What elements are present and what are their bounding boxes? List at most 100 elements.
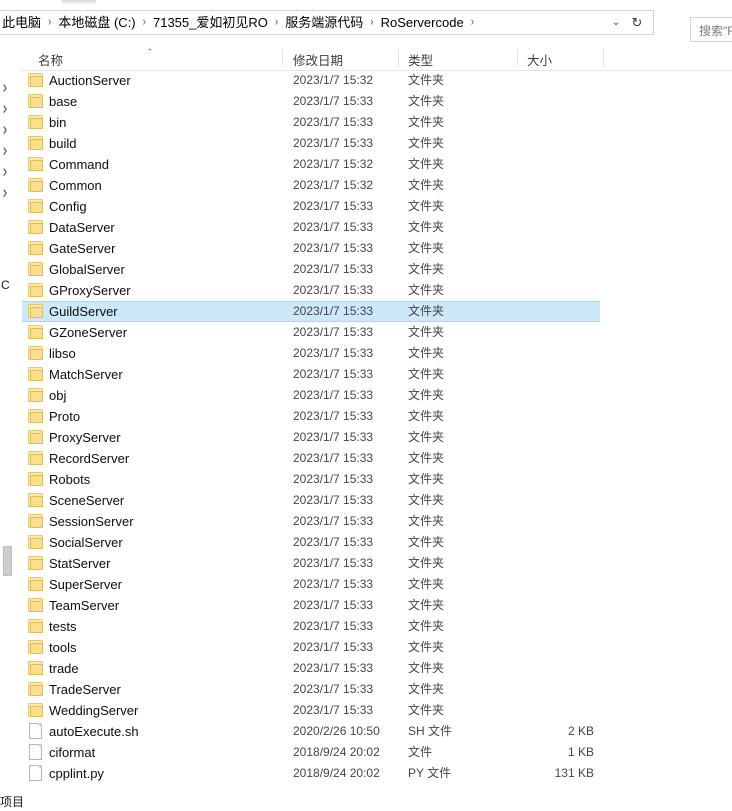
file-list-row[interactable]: Robots 2023/1/7 15:33 文件夹 <box>0 469 732 490</box>
breadcrumb-item[interactable]: 71355_爱如初见RO <box>150 13 271 32</box>
refresh-icon[interactable]: ↻ <box>629 15 645 31</box>
file-list-row[interactable]: tests 2023/1/7 15:33 文件夹 <box>0 616 732 637</box>
file-type-cell: 文件夹 <box>408 178 445 192</box>
file-name-cell: WeddingServer <box>49 703 139 718</box>
file-list-row[interactable]: autoExecute.sh 2020/2/26 10:50 SH 文件 2 KB <box>0 721 732 742</box>
folder-icon <box>28 325 43 339</box>
search-placeholder: 搜索"R <box>699 24 732 38</box>
file-list-row[interactable]: DataServer 2023/1/7 15:33 文件夹 <box>0 217 732 238</box>
file-list-row[interactable]: Common 2023/1/7 15:32 文件夹 <box>0 175 732 196</box>
file-list-row[interactable]: Config 2023/1/7 15:33 文件夹 <box>0 196 732 217</box>
file-type-cell: 文件夹 <box>408 577 445 591</box>
file-type-cell: 文件夹 <box>408 325 445 339</box>
file-name-cell: cpplint.py <box>49 766 104 781</box>
file-icon-fold <box>37 765 42 770</box>
sort-ascending-icon: ⌃ <box>146 47 154 57</box>
column-header-size[interactable]: 大小 <box>527 50 552 69</box>
file-list-row[interactable]: Proto 2023/1/7 15:33 文件夹 <box>0 406 732 427</box>
file-type-cell: PY 文件 <box>408 766 452 780</box>
breadcrumb-separator-icon[interactable]: › <box>139 16 150 29</box>
file-date-cell: 2023/1/7 15:33 <box>293 556 374 570</box>
file-date-cell: 2023/1/7 15:33 <box>293 115 374 129</box>
file-list-row[interactable]: TradeServer 2023/1/7 15:33 文件夹 <box>0 679 732 700</box>
file-date-cell: 2018/9/24 20:02 <box>293 745 380 759</box>
file-date-cell: 2023/1/7 15:33 <box>293 598 374 612</box>
file-list-row[interactable]: base 2023/1/7 15:33 文件夹 <box>0 91 732 112</box>
file-name-cell: SocialServer <box>49 535 123 550</box>
column-divider[interactable] <box>603 49 604 66</box>
file-list-row[interactable]: WeddingServer 2023/1/7 15:33 文件夹 <box>0 700 732 721</box>
column-header-type[interactable]: 类型 <box>408 50 433 69</box>
breadcrumb-separator-icon[interactable]: › <box>467 16 478 29</box>
file-list-row[interactable]: tools 2023/1/7 15:33 文件夹 <box>0 637 732 658</box>
file-list-row[interactable]: trade 2023/1/7 15:33 文件夹 <box>0 658 732 679</box>
file-list-row[interactable]: SuperServer 2023/1/7 15:33 文件夹 <box>0 574 732 595</box>
column-divider[interactable] <box>398 49 399 66</box>
file-name-cell: Robots <box>49 472 91 487</box>
file-list-row[interactable]: GateServer 2023/1/7 15:33 文件夹 <box>0 238 732 259</box>
folder-icon-front <box>30 496 43 507</box>
folder-icon-front <box>30 538 43 549</box>
breadcrumb-item[interactable]: 服务端源代码 <box>282 13 366 32</box>
file-list-row[interactable]: SocialServer 2023/1/7 15:33 文件夹 <box>0 532 732 553</box>
file-type-cell: 文件夹 <box>408 472 445 486</box>
breadcrumb-item[interactable]: RoServercode <box>378 13 467 32</box>
window-chrome-fragment <box>62 0 96 5</box>
file-type-cell: SH 文件 <box>408 724 453 738</box>
file-date-cell: 2023/1/7 15:33 <box>293 535 374 549</box>
file-list-row[interactable]: build 2023/1/7 15:33 文件夹 <box>0 133 732 154</box>
file-list-row[interactable]: AuctionServer 2023/1/7 15:32 文件夹 <box>0 70 732 91</box>
file-list-row[interactable]: GuildServer 2023/1/7 15:33 文件夹 <box>0 301 732 322</box>
file-list-row[interactable]: ProxyServer 2023/1/7 15:33 文件夹 <box>0 427 732 448</box>
file-size-cell: 131 KB <box>554 766 594 780</box>
file-list-row[interactable]: libso 2023/1/7 15:33 文件夹 <box>0 343 732 364</box>
file-name-cell: DataServer <box>49 220 115 235</box>
breadcrumb-separator-icon[interactable]: › <box>44 16 55 29</box>
breadcrumb-item[interactable]: 本地磁盘 (C:) <box>55 13 138 32</box>
file-list-row[interactable]: GProxyServer 2023/1/7 15:33 文件夹 <box>0 280 732 301</box>
breadcrumb-separator-icon[interactable]: › <box>366 16 377 29</box>
file-list-row[interactable]: TeamServer 2023/1/7 15:33 文件夹 <box>0 595 732 616</box>
folder-icon-front <box>30 517 43 528</box>
file-list-row[interactable]: Command 2023/1/7 15:32 文件夹 <box>0 154 732 175</box>
file-list-row[interactable]: StatServer 2023/1/7 15:33 文件夹 <box>0 553 732 574</box>
column-header-date-modified[interactable]: 修改日期 <box>293 50 343 69</box>
column-header-name[interactable]: 名称 <box>38 50 63 69</box>
file-name-cell: trade <box>49 661 79 676</box>
file-list-row[interactable]: RecordServer 2023/1/7 15:33 文件夹 <box>0 448 732 469</box>
folder-icon <box>28 367 43 381</box>
breadcrumb-item[interactable]: 此电脑 <box>0 13 44 32</box>
file-date-cell: 2023/1/7 15:33 <box>293 451 374 465</box>
search-input[interactable]: 搜索"R <box>690 17 732 42</box>
file-list-row[interactable]: bin 2023/1/7 15:33 文件夹 <box>0 112 732 133</box>
file-type-cell: 文件夹 <box>408 493 445 507</box>
folder-icon <box>28 73 43 87</box>
column-divider[interactable] <box>282 49 283 66</box>
folder-icon-front <box>30 559 43 570</box>
file-list-row[interactable]: SessionServer 2023/1/7 15:33 文件夹 <box>0 511 732 532</box>
folder-icon <box>28 388 43 402</box>
file-date-cell: 2023/1/7 15:33 <box>293 472 374 486</box>
file-name-cell: obj <box>49 388 67 403</box>
breadcrumb-separator-icon[interactable]: › <box>271 16 282 29</box>
folder-icon-front <box>30 349 43 360</box>
file-list-row[interactable]: SceneServer 2023/1/7 15:33 文件夹 <box>0 490 732 511</box>
file-date-cell: 2023/1/7 15:33 <box>293 94 374 108</box>
file-type-cell: 文件夹 <box>408 283 445 297</box>
file-list-row[interactable]: ciformat 2018/9/24 20:02 文件 1 KB <box>0 742 732 763</box>
chevron-down-icon[interactable]: ⌄ <box>609 16 623 30</box>
file-date-cell: 2023/1/7 15:32 <box>293 157 374 171</box>
column-divider[interactable] <box>517 49 518 66</box>
file-name-cell: Common <box>49 178 102 193</box>
file-list-row[interactable]: GZoneServer 2023/1/7 15:33 文件夹 <box>0 322 732 343</box>
file-list-row[interactable]: GlobalServer 2023/1/7 15:33 文件夹 <box>0 259 732 280</box>
folder-icon <box>28 556 43 570</box>
file-list-row[interactable]: obj 2023/1/7 15:33 文件夹 <box>0 385 732 406</box>
file-list-row[interactable]: cpplint.py 2018/9/24 20:02 PY 文件 131 KB <box>0 763 732 784</box>
file-list-row[interactable]: MatchServer 2023/1/7 15:33 文件夹 <box>0 364 732 385</box>
file-type-cell: 文件夹 <box>408 241 445 255</box>
folder-icon-front <box>30 433 43 444</box>
file-name-cell: Command <box>49 157 109 172</box>
breadcrumb-input[interactable]: 此电脑 › 本地磁盘 (C:) › 71355_爱如初见RO › 服务端源代码 › RoServ… <box>0 10 654 35</box>
file-name-cell: MatchServer <box>49 367 123 382</box>
